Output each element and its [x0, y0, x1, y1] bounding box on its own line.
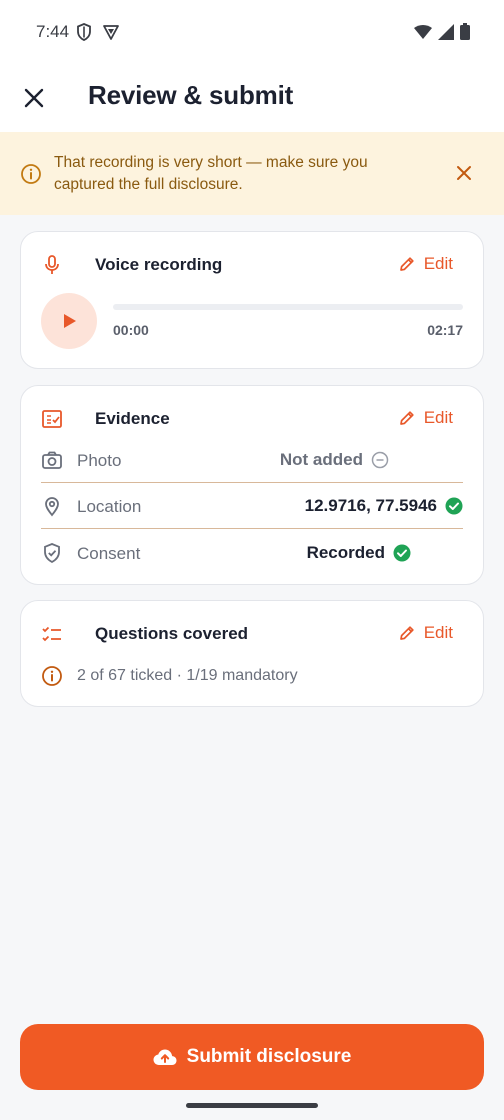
- shield-check-icon: [41, 542, 63, 564]
- dismiss-banner-button[interactable]: [454, 163, 474, 183]
- edit-questions-button[interactable]: Edit: [398, 623, 453, 643]
- close-icon: [457, 166, 471, 180]
- close-icon: [24, 88, 44, 108]
- check-circle-icon: [393, 544, 411, 562]
- pencil-icon: [399, 626, 414, 640]
- edit-label: Edit: [423, 254, 453, 273]
- pencil-icon: [399, 411, 414, 425]
- home-indicator[interactable]: [186, 1103, 318, 1108]
- time-elapsed: 00:00: [113, 322, 149, 338]
- app-bar: Review & submit: [0, 64, 504, 132]
- play-button[interactable]: [41, 293, 97, 349]
- banner-message: That recording is very short — make sure…: [54, 154, 368, 193]
- evidence-value: 12.9716, 77.5946: [305, 496, 463, 516]
- info-icon: [20, 163, 42, 190]
- questions-summary-text: 2 of 67 ticked · 1/19 mandatory: [77, 667, 298, 684]
- submit-label: Submit disclosure: [186, 1046, 352, 1067]
- check-circle-icon: [445, 497, 463, 515]
- submit-disclosure-button[interactable]: Submit disclosure: [20, 1024, 484, 1090]
- minus-circle-icon: [371, 451, 389, 469]
- location-pin-icon: [41, 495, 63, 517]
- questions-card-title: Questions covered: [95, 624, 249, 643]
- evidence-label: Consent: [77, 544, 141, 563]
- evidence-row-photo: Photo Not added: [41, 437, 463, 483]
- info-icon: [42, 666, 62, 686]
- status-indicators: [414, 23, 470, 45]
- cloud-upload-icon: [153, 1049, 177, 1065]
- pencil-icon: [399, 257, 414, 271]
- voice-card-title: Voice recording: [95, 255, 223, 274]
- vpn-icon: [102, 23, 120, 46]
- evidence-card-title: Evidence: [95, 409, 170, 428]
- microphone-icon: [41, 254, 63, 276]
- wifi-icon: [414, 24, 432, 44]
- shield-icon: [76, 23, 92, 46]
- voice-recording-card: Voice recording Edit 00:00 02:17: [20, 231, 484, 369]
- edit-label: Edit: [423, 623, 453, 642]
- evidence-row-location: Location 12.9716, 77.5946: [41, 483, 463, 529]
- status-bar: 7:44: [0, 0, 504, 64]
- close-button[interactable]: [20, 84, 48, 112]
- edit-label: Edit: [423, 408, 453, 427]
- evidence-value: Recorded: [307, 543, 411, 563]
- questions-card: Questions covered Edit 2 of 67 ticked · …: [20, 600, 484, 707]
- edit-voice-button[interactable]: Edit: [398, 254, 453, 274]
- evidence-value: Not added: [280, 450, 389, 470]
- checklist-doc-icon: [41, 408, 63, 430]
- status-time: 7:44: [36, 22, 70, 41]
- cell-signal-icon: [438, 23, 454, 45]
- time-total: 02:17: [427, 322, 463, 338]
- evidence-label: Location: [77, 497, 142, 516]
- edit-evidence-button[interactable]: Edit: [398, 408, 453, 428]
- questions-summary: 2 of 67 ticked · 1/19 mandatory: [41, 665, 298, 687]
- warning-banner: That recording is very short — make sure…: [0, 132, 504, 215]
- play-icon: [64, 314, 76, 328]
- playback-progress-bar[interactable]: [113, 304, 463, 310]
- page-title: Review & submit: [88, 80, 294, 110]
- evidence-card: Evidence Edit Photo Not added Location 1…: [20, 385, 484, 585]
- evidence-label: Photo: [77, 451, 122, 470]
- evidence-row-consent: Consent Recorded: [41, 530, 463, 576]
- checklist-icon: [41, 623, 63, 645]
- battery-icon: [460, 23, 470, 45]
- camera-icon: [41, 449, 63, 471]
